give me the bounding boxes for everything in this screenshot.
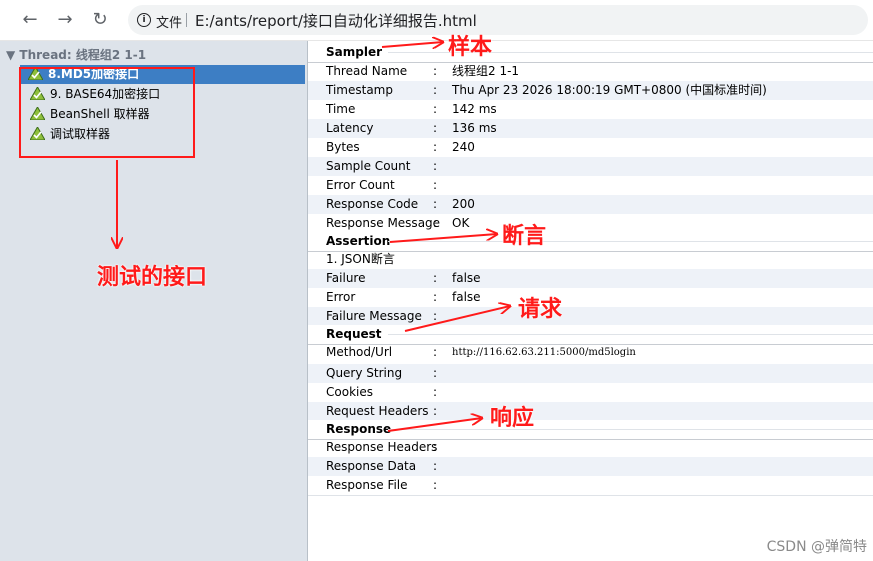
arrow-sample <box>381 42 443 47</box>
arrow-request <box>404 306 510 332</box>
annotation-assertion: 断言 <box>502 224 547 249</box>
arrow-assertion <box>389 234 497 243</box>
annotation-tested-interfaces: 测试的接口 <box>97 265 208 290</box>
arrow-response <box>387 418 482 432</box>
watermark: CSDN @弹简特 <box>766 539 867 555</box>
annotation-response: 响应 <box>490 406 535 431</box>
annotation-request: 请求 <box>518 297 563 322</box>
annotation-sample: 样本 <box>448 35 493 60</box>
